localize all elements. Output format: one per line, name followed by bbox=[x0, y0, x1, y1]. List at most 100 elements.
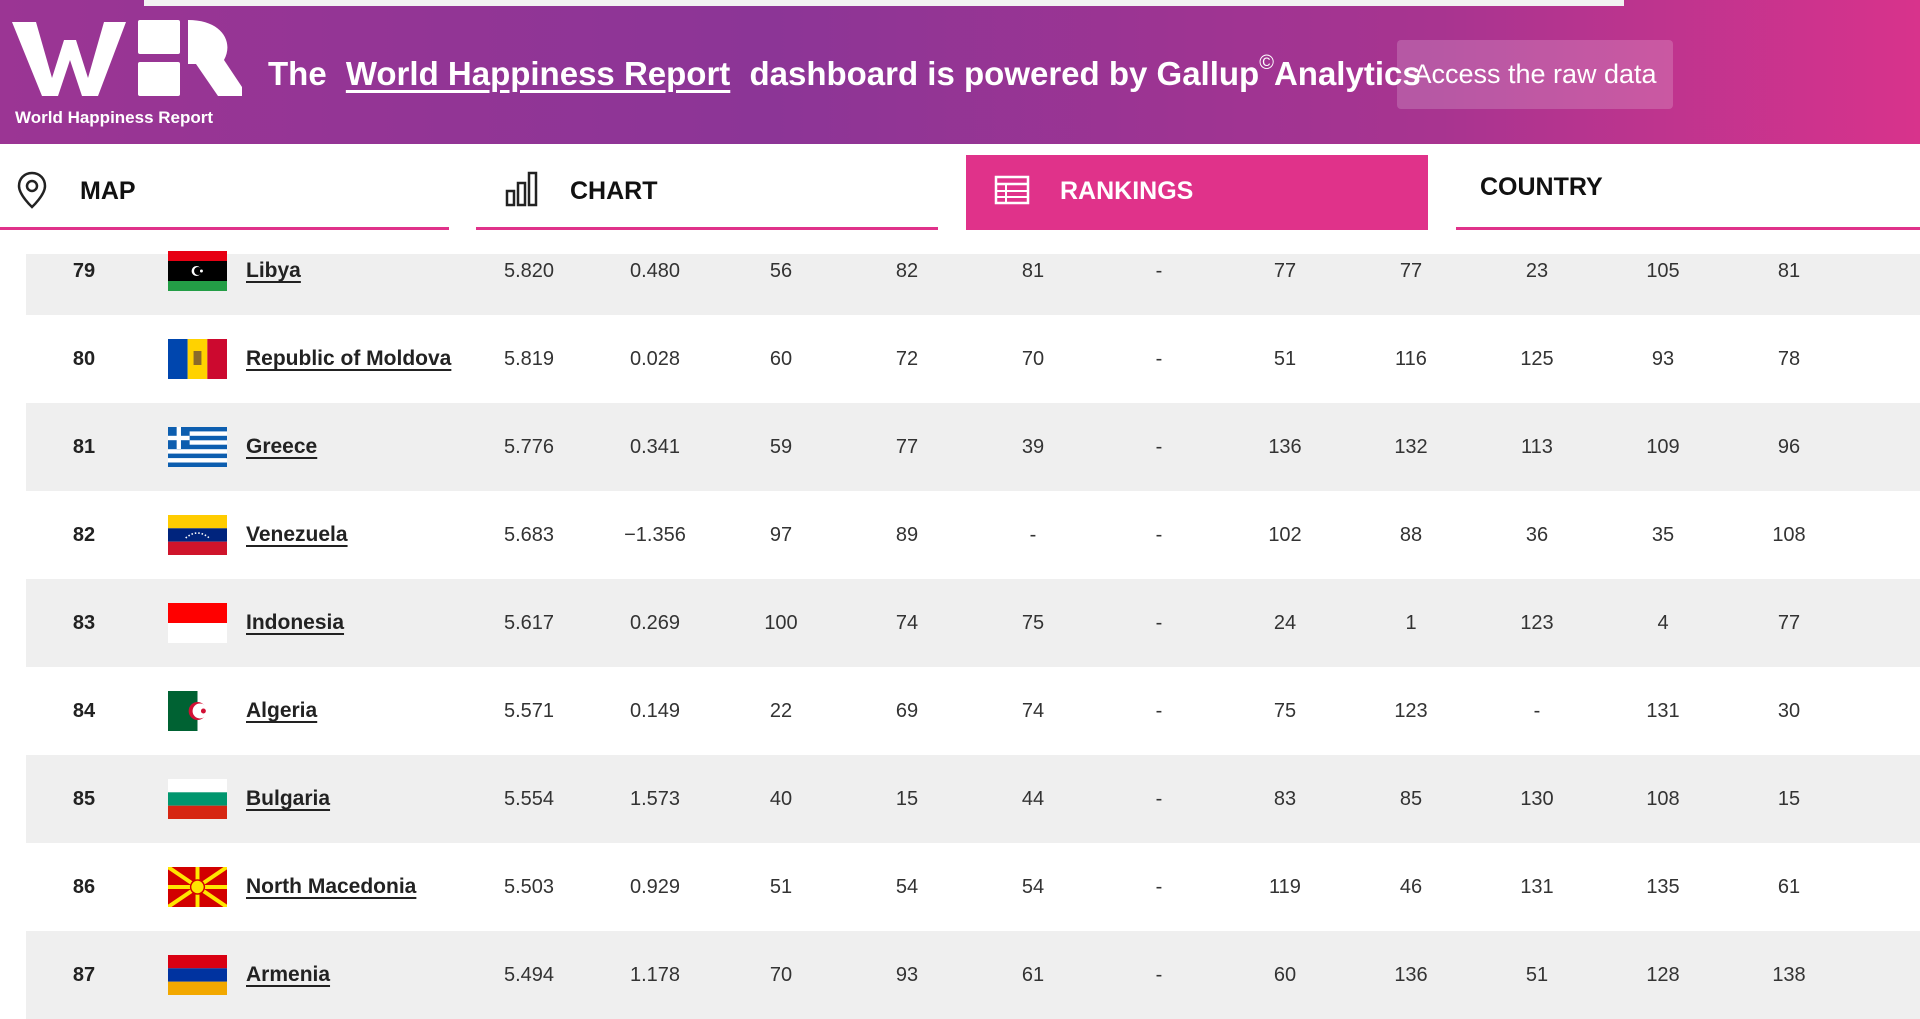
table-row: 82 Venezuela 5.683 −1.356 97 89 - - 102 88 36 35 108 bbox=[26, 491, 1920, 579]
value-cell: 77 bbox=[1399, 260, 1423, 282]
value-cell: - bbox=[1155, 436, 1163, 458]
tab-chart[interactable]: CHART bbox=[476, 155, 938, 230]
value-cell: 5.820 bbox=[503, 260, 555, 282]
value-cell: 136 bbox=[1394, 964, 1428, 986]
access-raw-data-button[interactable]: Access the raw data bbox=[1397, 40, 1673, 109]
flag-north-macedonia-icon bbox=[168, 867, 227, 907]
value-cell: 93 bbox=[895, 964, 919, 986]
country-link[interactable]: Republic of Moldova bbox=[246, 315, 451, 403]
rank-cell: 84 bbox=[72, 700, 96, 722]
value-cell: 136 bbox=[1268, 436, 1302, 458]
tab-map[interactable]: MAP bbox=[0, 155, 449, 230]
country-link[interactable]: Armenia bbox=[246, 931, 330, 1019]
value-cell: 44 bbox=[1021, 788, 1045, 810]
value-cell: 61 bbox=[1021, 964, 1045, 986]
rankings-table: 79 Libya 5.820 0.480 56 82 81-77 77 23 105 81 80 Rep… bbox=[26, 251, 1920, 1019]
value-cell: 69 bbox=[895, 700, 919, 722]
bar-chart-icon bbox=[505, 171, 539, 212]
value-cell: 105 bbox=[1646, 260, 1680, 282]
value-cell: 81 bbox=[1021, 260, 1045, 282]
value-cell: −1.356 bbox=[624, 524, 686, 546]
whr-logo-icon bbox=[12, 20, 242, 96]
value-cell: 138 bbox=[1772, 964, 1806, 986]
tab-rankings-label: RANKINGS bbox=[1060, 177, 1194, 205]
value-cell: 83 bbox=[1273, 788, 1297, 810]
value-cell: 5.503 bbox=[503, 876, 555, 898]
rank-cell: 82 bbox=[72, 524, 96, 546]
value-cell: 88 bbox=[1399, 524, 1423, 546]
value-cell: 51 bbox=[1525, 964, 1549, 986]
rank-cell: 85 bbox=[72, 788, 96, 810]
value-cell: 0.028 bbox=[629, 348, 681, 370]
value-cell: 108 bbox=[1772, 524, 1806, 546]
rank-cell: 80 bbox=[72, 348, 96, 370]
table-row: 80 Republic of Moldova 5.819 0.028 60 72 70 - 51… bbox=[26, 315, 1920, 403]
value-cell: 4 bbox=[1657, 612, 1669, 634]
value-cell: 1.573 bbox=[629, 788, 681, 810]
country-link[interactable]: Algeria bbox=[246, 667, 317, 755]
rank-cell: 79 bbox=[72, 260, 96, 282]
value-cell: - bbox=[1155, 348, 1163, 370]
value-cell: 54 bbox=[895, 876, 919, 898]
copyright-mark: © bbox=[1259, 52, 1274, 74]
value-cell: 30 bbox=[1777, 700, 1801, 722]
value-cell: 60 bbox=[1273, 964, 1297, 986]
tab-rankings[interactable]: RANKINGS bbox=[966, 155, 1428, 230]
value-cell: 60 bbox=[769, 348, 793, 370]
flag-moldova-icon bbox=[168, 339, 227, 379]
value-cell: 125 bbox=[1520, 348, 1554, 370]
value-cell: 24 bbox=[1273, 612, 1297, 634]
value-cell: 51 bbox=[1273, 348, 1297, 370]
logo-text: World Happiness Report bbox=[15, 108, 214, 127]
table-row: 85 Bulgaria 5.554 1.573 40 15 44 - 83 85 130 108 15 bbox=[26, 755, 1920, 843]
value-cell: 40 bbox=[769, 788, 793, 810]
tab-country-label: COUNTRY bbox=[1480, 173, 1603, 201]
value-cell: 77 bbox=[895, 436, 919, 458]
value-cell: 75 bbox=[1273, 700, 1297, 722]
value-cell: 5.776 bbox=[503, 436, 555, 458]
table-row: 79 Libya 5.820 0.480 56 82 81-77 77 23 105 81 bbox=[26, 251, 1920, 315]
value-cell: 72 bbox=[895, 348, 919, 370]
value-cell: 54 bbox=[1021, 876, 1045, 898]
world-happiness-report-link[interactable]: World Happiness Report bbox=[346, 55, 730, 92]
value-cell: 0.480 bbox=[629, 260, 681, 282]
table-row: 84 Algeria 5.571 0.149 22 69 74 - 75 123 - 131 30 bbox=[26, 667, 1920, 755]
value-cell: 123 bbox=[1520, 612, 1554, 634]
value-cell: 0.341 bbox=[629, 436, 681, 458]
whr-logo[interactable]: World Happiness Report bbox=[12, 20, 242, 132]
value-cell: 131 bbox=[1646, 700, 1680, 722]
flag-greece-icon bbox=[168, 427, 227, 467]
value-cell: 74 bbox=[895, 612, 919, 634]
table-row: 81 Greece 5.776 0.341 59 77 39 - 136 132 113 109 96 bbox=[26, 403, 1920, 491]
flag-algeria-icon bbox=[168, 691, 227, 731]
value-cell: - bbox=[1155, 700, 1163, 722]
headline-suffix: dashboard is powered by Gallup bbox=[749, 55, 1260, 92]
country-link[interactable]: Bulgaria bbox=[246, 755, 330, 843]
country-link[interactable]: Venezuela bbox=[246, 491, 348, 579]
value-cell: 5.494 bbox=[503, 964, 555, 986]
value-cell: 22 bbox=[769, 700, 793, 722]
tab-country[interactable]: COUNTRY bbox=[1456, 155, 1920, 230]
flag-armenia-icon bbox=[168, 955, 227, 995]
country-link[interactable]: Indonesia bbox=[246, 579, 344, 667]
value-cell: 75 bbox=[1021, 612, 1045, 634]
value-cell: 89 bbox=[895, 524, 919, 546]
value-cell: 116 bbox=[1395, 348, 1427, 370]
country-link[interactable]: North Macedonia bbox=[246, 843, 416, 931]
tab-chart-label: CHART bbox=[570, 177, 658, 205]
value-cell: 96 bbox=[1777, 436, 1801, 458]
value-cell: 70 bbox=[1021, 348, 1045, 370]
value-cell: 35 bbox=[1651, 524, 1675, 546]
headline-prefix: The bbox=[268, 55, 327, 92]
value-cell: 15 bbox=[1777, 788, 1801, 810]
value-cell: 100 bbox=[764, 612, 798, 634]
country-link[interactable]: Greece bbox=[246, 403, 317, 491]
value-cell: 85 bbox=[1399, 788, 1423, 810]
value-cell: 108 bbox=[1646, 788, 1680, 810]
value-cell: 36 bbox=[1525, 524, 1549, 546]
value-cell: 102 bbox=[1268, 524, 1302, 546]
value-cell: - bbox=[1029, 524, 1037, 546]
value-cell: 0.269 bbox=[629, 612, 681, 634]
rank-cell: 86 bbox=[72, 876, 96, 898]
country-link[interactable]: Libya bbox=[246, 227, 301, 315]
